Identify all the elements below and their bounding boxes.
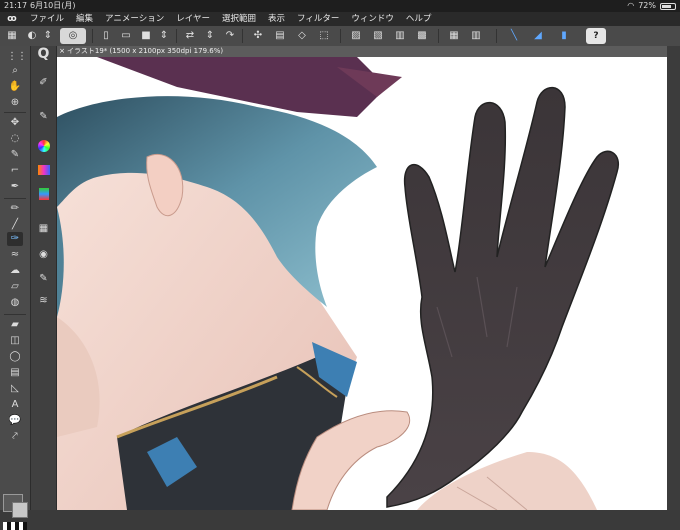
gradient-tool-icon[interactable]: ▰ <box>7 318 23 332</box>
menu-view[interactable]: 表示 <box>262 12 291 26</box>
pen-tool-icon[interactable]: ✒ <box>7 180 23 194</box>
deselect-icon[interactable]: ▨ <box>348 28 364 44</box>
grid-menu-icon[interactable]: ▦ <box>4 28 20 44</box>
eraser-icon[interactable]: ◇ <box>294 28 310 44</box>
material-icon[interactable]: ▦ <box>35 220 52 236</box>
menu-filter[interactable]: フィルター <box>291 12 345 26</box>
frame-tool-icon[interactable]: ▤ <box>7 366 23 380</box>
palette-grip-icon[interactable]: ⋮⋮ <box>7 50 27 64</box>
menu-help[interactable]: ヘルプ <box>400 12 438 26</box>
sub-color-swatch[interactable] <box>12 502 28 518</box>
eyedropper-tool-icon[interactable]: ⌐ <box>7 164 23 178</box>
artwork-image <box>57 57 620 510</box>
battery-percent: 72% <box>638 1 656 10</box>
layer-property-icon[interactable]: ✎ <box>35 270 52 286</box>
snap-ruler-icon[interactable]: ╲ <box>506 28 522 44</box>
fill-icon[interactable]: ▦ <box>446 28 462 44</box>
snap-grid-icon[interactable]: ▮ <box>556 28 572 44</box>
help-icon[interactable]: ? <box>586 28 606 44</box>
new-file-icon[interactable]: ▯ <box>98 28 114 44</box>
menu-window[interactable]: ウィンドウ <box>345 12 400 26</box>
canvas-tab-title: イラスト19* (1500 x 2100px 350dpi 179.6%) <box>67 47 224 55</box>
move-tool-icon[interactable]: ✥ <box>7 116 23 130</box>
redo-icon[interactable]: ↷ <box>222 28 238 44</box>
status-bar: 21:17 6月10日(月) ◠ 72% <box>0 0 680 12</box>
menu-animation[interactable]: アニメーション <box>99 12 170 26</box>
app-logo-icon[interactable]: ꝏ <box>0 12 24 26</box>
menu-bar: ꝏ ファイル 編集 アニメーション レイヤー 選択範囲 表示 フィルター ウィン… <box>0 12 680 26</box>
clear-icon[interactable]: ▤ <box>272 28 288 44</box>
figure-tool-icon[interactable]: ◫ <box>7 334 23 348</box>
lasso-tool-icon[interactable]: ◌ <box>7 132 23 146</box>
navigator-icon[interactable]: ◉ <box>35 246 52 262</box>
wifi-icon: ◠ <box>627 1 635 10</box>
line-icon[interactable]: ▥ <box>468 28 484 44</box>
text-tool-icon[interactable]: A <box>7 398 23 412</box>
auto-select-tool-icon[interactable]: ✎ <box>7 148 23 162</box>
transparency-icon[interactable]: ✣ <box>250 28 266 44</box>
pencil-tool-icon[interactable]: ✏ <box>7 202 23 216</box>
right-panel-strip <box>667 46 680 510</box>
correct-line-tool-icon[interactable]: ⤤ <box>7 430 23 444</box>
battery-icon <box>660 2 676 10</box>
blend-tool-icon[interactable]: ☁ <box>7 264 23 278</box>
spin-arrows-icon[interactable]: ⇕ <box>40 28 56 44</box>
magnifier-tool-icon[interactable]: ⊕ <box>7 96 23 110</box>
transform-icon[interactable]: ⬚ <box>316 28 332 44</box>
tool-property-icon[interactable]: ✎ <box>35 108 52 124</box>
balloon-tool-icon[interactable]: 💬 <box>7 414 23 428</box>
hand-tool-icon[interactable]: ✋ <box>7 80 23 94</box>
fill-tool-icon[interactable]: ◍ <box>7 296 23 310</box>
airbrush-tool-icon[interactable]: ✑ <box>7 232 23 246</box>
menu-edit[interactable]: 編集 <box>70 12 99 26</box>
open-file-icon[interactable]: ▭ <box>118 28 134 44</box>
close-icon[interactable]: × <box>57 46 67 57</box>
ellipse-tool-icon[interactable]: ◯ <box>7 350 23 364</box>
zoom-tool-icon[interactable]: ⌕ <box>7 64 23 78</box>
brush-tool-icon[interactable]: ╱ <box>7 218 23 232</box>
status-date: 6月10日(月) <box>30 1 76 10</box>
invert-selection-icon[interactable]: ▧ <box>370 28 386 44</box>
canvas-tab[interactable]: × イラスト19* (1500 x 2100px 350dpi 179.6%) <box>57 46 667 57</box>
ruler-tool-icon[interactable]: ◺ <box>7 382 23 396</box>
undo-icon[interactable]: ⇄ <box>182 28 198 44</box>
menu-selection[interactable]: 選択範囲 <box>216 12 262 26</box>
decoration-tool-icon[interactable]: ≈ <box>7 248 23 262</box>
select-layer-icon[interactable]: ▩ <box>414 28 430 44</box>
save-icon[interactable]: ■ <box>138 28 154 44</box>
undo-arrows-icon[interactable]: ⇕ <box>202 28 218 44</box>
sub-palette-strip: Q ✐ ✎ ▦ ◉ ✎ ≋ <box>31 46 57 510</box>
hide-palettes-icon[interactable]: ◐ <box>24 28 40 44</box>
menu-file[interactable]: ファイル <box>24 12 70 26</box>
color-wheel-icon[interactable] <box>35 138 52 154</box>
color-slider-icon[interactable] <box>35 186 52 202</box>
transparent-color-swatch[interactable] <box>3 522 27 530</box>
tool-palette: ⋮⋮ ⌕ ✋ ⊕ ✥ ◌ ✎ ⌐ ✒ ✏ ╱ ✑ ≈ ☁ ▱ ◍ ▰ ◫ ◯ ▤… <box>0 46 31 530</box>
status-time: 21:17 <box>4 1 28 10</box>
crop-icon[interactable]: ▥ <box>392 28 408 44</box>
save-arrows-icon[interactable]: ⇕ <box>156 28 172 44</box>
subtool-icon[interactable]: ✐ <box>35 74 52 90</box>
layer-icon[interactable]: ≋ <box>35 292 52 308</box>
command-bar: ▦ ◐ ⇕ ◎ ▯ ▭ ■ ⇕ ⇄ ⇕ ↷ ✣ ▤ ◇ ⬚ ▨ ▧ ▥ ▩ ▦ … <box>0 26 680 47</box>
snap-special-ruler-icon[interactable]: ◢ <box>530 28 546 44</box>
canvas[interactable] <box>57 57 667 510</box>
search-icon[interactable]: Q <box>35 46 52 62</box>
status-right: ◠ 72% <box>627 0 676 12</box>
menu-layer[interactable]: レイヤー <box>170 12 216 26</box>
color-set-icon[interactable] <box>35 162 52 178</box>
eraser-tool-icon[interactable]: ▱ <box>7 280 23 294</box>
clip-studio-icon[interactable]: ◎ <box>60 28 86 44</box>
